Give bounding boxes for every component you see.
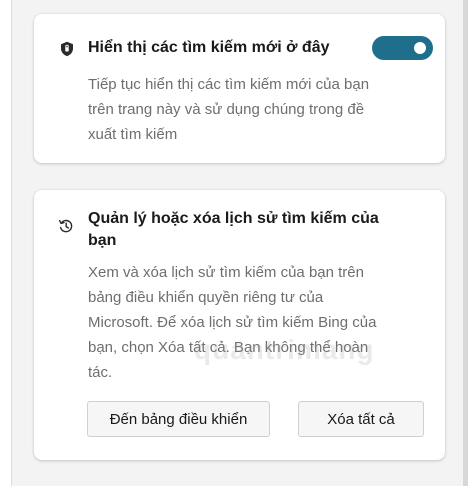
history-icon xyxy=(58,218,74,234)
description-line: xuất tìm kiếm xyxy=(88,126,178,143)
show-new-searches-card: Hiển thị các tìm kiếm mới ở đây Tiếp tục… xyxy=(34,14,445,163)
shield-icon xyxy=(59,41,75,57)
show-new-searches-description: Tiếp tục hiển thị các tìm kiếm mới của b… xyxy=(88,72,369,147)
description-line: Tiếp tục hiển thị các tìm kiếm mới của b… xyxy=(88,76,370,93)
left-edge-panel xyxy=(0,0,12,486)
description-line: tác. xyxy=(88,364,113,381)
title-line: bạn xyxy=(88,232,117,249)
clear-all-button[interactable]: Xóa tất cả xyxy=(298,401,424,437)
manage-history-title: Quản lý hoặc xóa lịch sử tìm kiếm của bạ… xyxy=(88,208,379,252)
show-new-searches-title: Hiển thị các tìm kiếm mới ở đây xyxy=(88,39,330,56)
manage-history-card: Quản lý hoặc xóa lịch sử tìm kiếm của bạ… xyxy=(34,190,445,460)
description-line: trên trang này và sử dụng chúng trong đề xyxy=(88,101,365,118)
title-line: Quản lý hoặc xóa lịch sử tìm kiếm của xyxy=(88,210,379,227)
scrollbar[interactable] xyxy=(463,0,468,486)
show-new-searches-toggle[interactable] xyxy=(372,36,433,60)
description-line: Xem và xóa lịch sử tìm kiếm của bạn trên xyxy=(88,264,364,281)
manage-history-description: Xem và xóa lịch sử tìm kiếm của bạn trên… xyxy=(88,260,376,385)
go-to-dashboard-button[interactable]: Đến bảng điều khiển xyxy=(87,401,270,437)
description-line: Microsoft. Để xóa lịch sử tìm kiếm Bing … xyxy=(88,314,377,331)
description-line: bảng điều khiển quyền riêng tư của xyxy=(88,289,324,306)
toggle-knob xyxy=(414,42,426,54)
description-line: bạn, chọn Xóa tất cả. Bạn không thể hoàn xyxy=(88,339,369,356)
